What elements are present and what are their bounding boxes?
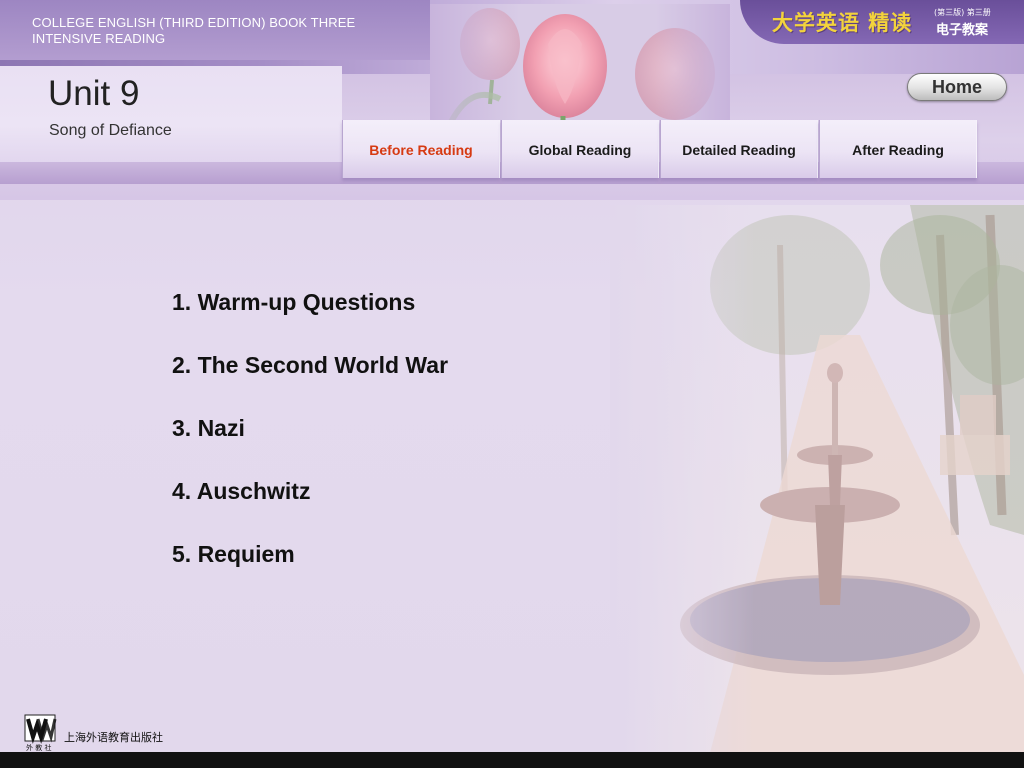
publisher-logo-icon: 外 教 社 [24,714,57,752]
unit-title: Unit 9 [48,74,140,113]
fountain-background-image [610,205,1024,753]
cn-subtitle: 电子教案 [936,23,989,38]
home-button[interactable]: Home [907,73,1007,101]
topic-link-nazi[interactable]: 3. Nazi [172,412,448,475]
bottom-bar [0,752,1024,768]
tab-global-reading[interactable]: Global Reading [501,120,659,178]
tab-label: Before Reading [369,142,473,158]
topic-link-warm-up[interactable]: 1. Warm-up Questions [172,286,448,349]
tab-bar: Before Reading Global Reading Detailed R… [342,120,982,180]
topic-link-requiem[interactable]: 5. Requiem [172,538,448,601]
course-title: COLLEGE ENGLISH (THIRD EDITION) BOOK THR… [32,15,392,47]
cn-edition: (第三版) 第三册 [934,8,991,17]
course-title-line-2: INTENSIVE READING [32,31,166,46]
tab-label: Detailed Reading [682,142,796,158]
tab-label: Global Reading [528,142,632,158]
header-band: COLLEGE ENGLISH (THIRD EDITION) BOOK THR… [0,0,1024,200]
tab-after-reading[interactable]: After Reading [819,120,977,178]
topic-link-second-world-war[interactable]: 2. The Second World War [172,349,448,412]
unit-subtitle: Song of Defiance [49,122,172,139]
tab-detailed-reading[interactable]: Detailed Reading [660,120,818,178]
logo-caption: 外 教 社 [26,743,51,752]
topic-list: 1. Warm-up Questions 2. The Second World… [172,286,448,601]
course-title-line-1: COLLEGE ENGLISH (THIRD EDITION) BOOK THR… [32,15,356,30]
topic-link-auschwitz[interactable]: 4. Auschwitz [172,475,448,538]
cn-title: 大学英语 精读 [772,11,913,35]
tulip-image [430,4,730,124]
publisher-name: 上海外语教育出版社 [64,731,163,744]
tab-before-reading[interactable]: Before Reading [342,120,500,178]
slide: COLLEGE ENGLISH (THIRD EDITION) BOOK THR… [0,0,1024,768]
tab-label: After Reading [852,142,944,158]
